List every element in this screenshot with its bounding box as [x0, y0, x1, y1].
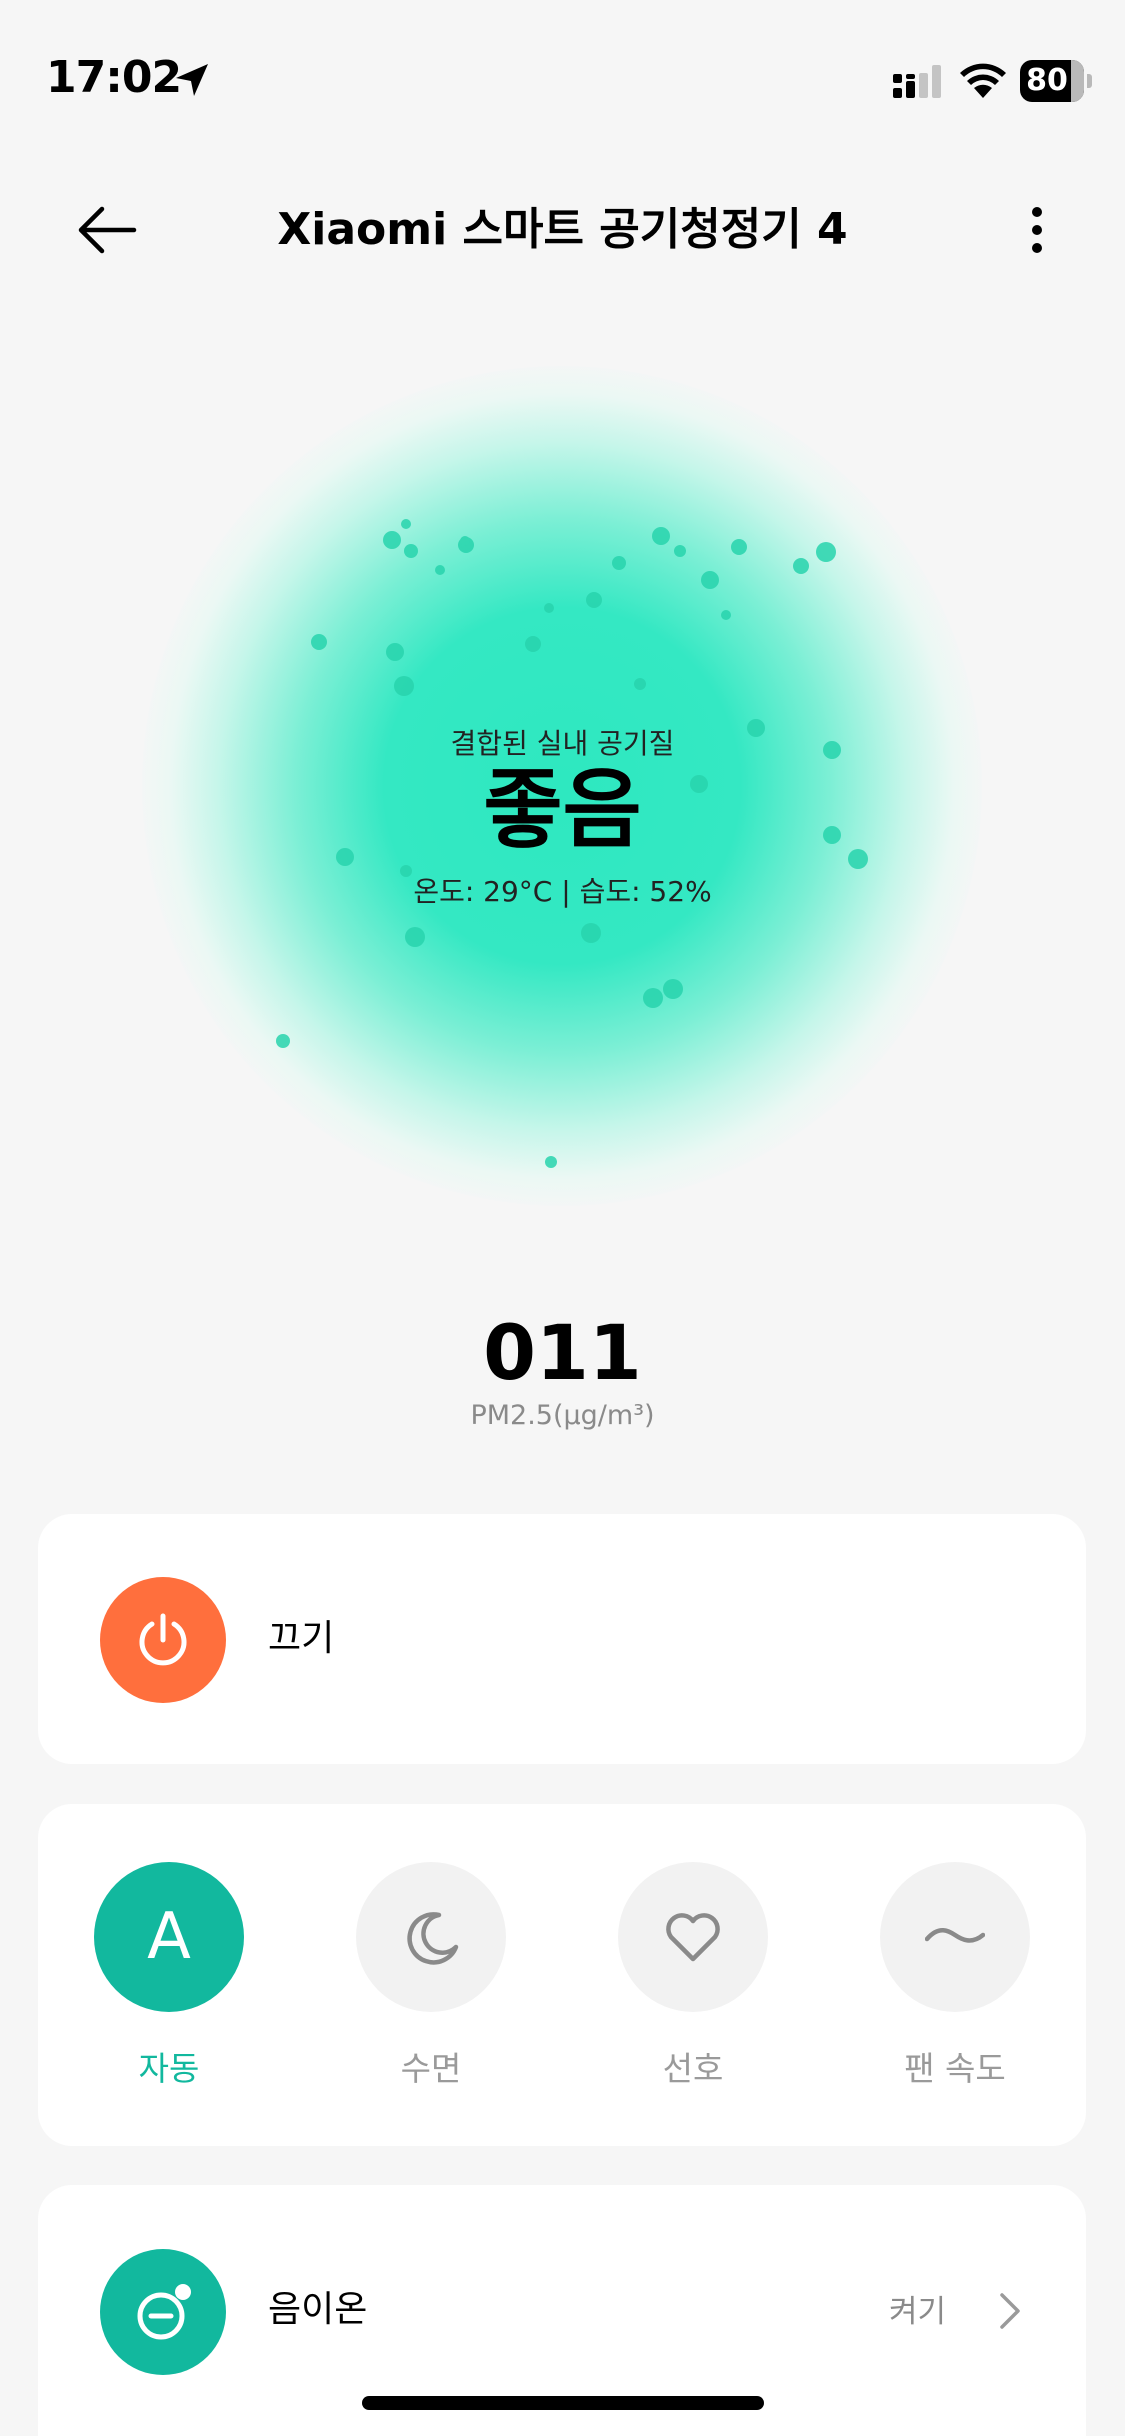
- mode-favorite-button[interactable]: [618, 1862, 768, 2012]
- mode-sleep-button[interactable]: [356, 1862, 506, 2012]
- modes-card: A 자동 수면 선호 팬 속도: [38, 1804, 1086, 2146]
- mode-fan-speed[interactable]: 팬 속도: [880, 1862, 1030, 2090]
- mode-auto[interactable]: A 자동: [94, 1862, 244, 2090]
- mode-fan-speed-button[interactable]: [880, 1862, 1030, 2012]
- power-label: 끄기: [268, 1618, 335, 1659]
- mode-sleep[interactable]: 수면: [356, 1862, 506, 2090]
- app-screen: 17:02 80 Xiaomi 스마트 공기청정기 4 결합된 실내 공기질 좋…: [0, 0, 1125, 2436]
- power-icon: [139, 1613, 187, 1666]
- anion-button[interactable]: [100, 2249, 226, 2375]
- pm25-value: 011: [483, 1308, 642, 1397]
- mode-favorite-label: 선호: [662, 2049, 724, 2088]
- auto-icon: A: [147, 1900, 191, 1974]
- wave-icon: [925, 1928, 985, 1943]
- anion-value: 켜기: [888, 2294, 946, 2330]
- mode-auto-button[interactable]: A: [94, 1862, 244, 2012]
- mode-fan-speed-label: 팬 속도: [904, 2049, 1006, 2088]
- temperature-humidity: 온도: 29°C | 습도: 52%: [413, 875, 712, 908]
- chevron-right-icon[interactable]: [994, 2289, 1024, 2333]
- anion-label: 음이온: [268, 2289, 368, 2330]
- power-button[interactable]: [100, 1577, 226, 1703]
- power-card: 끄기: [38, 1514, 1086, 1764]
- mode-sleep-label: 수면: [400, 2049, 462, 2088]
- mode-auto-label: 자동: [138, 2049, 200, 2088]
- heart-icon: [666, 1913, 720, 1962]
- home-indicator[interactable]: [362, 2396, 764, 2410]
- anion-icon: [137, 2284, 191, 2340]
- moon-icon: [407, 1912, 459, 1965]
- mode-favorite[interactable]: 선호: [618, 1862, 768, 2090]
- air-quality-label: 결합된 실내 공기질: [450, 727, 675, 760]
- pm25-unit: PM2.5(μg/m³): [470, 1400, 655, 1431]
- air-quality-status: 좋음: [483, 760, 642, 860]
- air-particles: [276, 519, 868, 1168]
